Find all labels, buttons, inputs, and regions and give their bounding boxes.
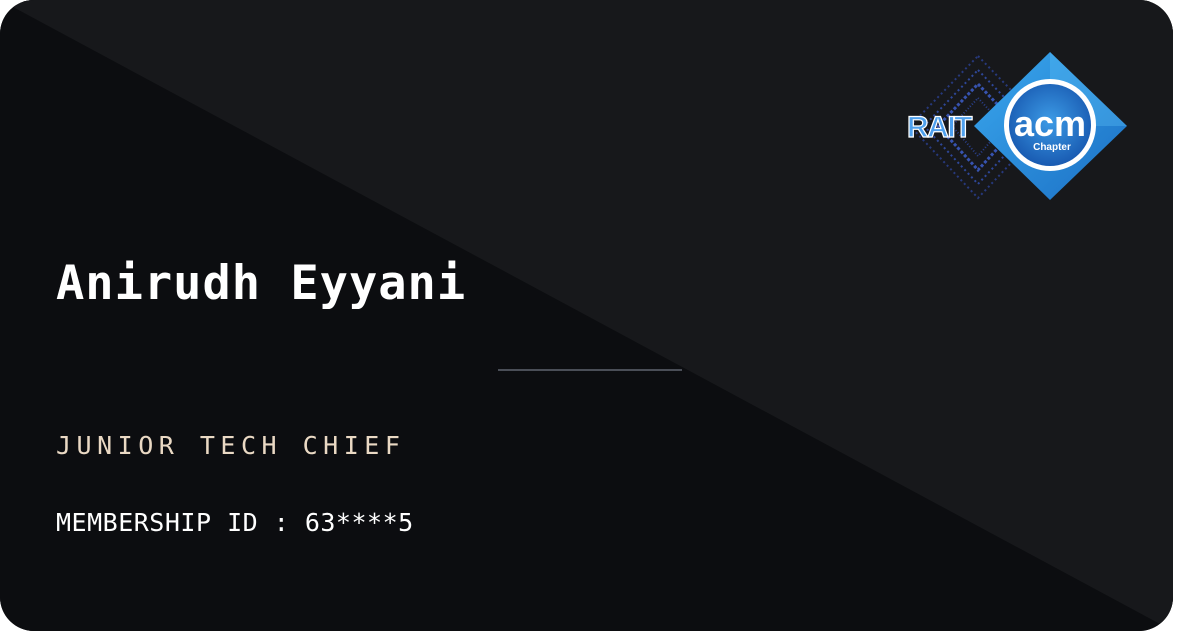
membership-id-separator: : [258,508,305,537]
membership-id-value: 63****5 [304,508,414,537]
membership-id-row: MEMBERSHIP ID : 63****5 [56,508,414,537]
member-name: Anirudh Eyyani [56,256,467,311]
logo-acm-text: acm [1014,103,1086,144]
member-role: JUNIOR TECH CHIEF [56,431,406,460]
rait-acm-chapter-logo-icon: acm Chapter RAIT [906,52,1127,200]
membership-id-label: MEMBERSHIP ID [56,508,259,537]
logo-chapter-text: Chapter [1033,142,1071,153]
divider [498,369,682,371]
membership-card: acm Chapter RAIT Anirudh Eyyani JUNIOR T… [0,0,1173,631]
logo-rait-text: RAIT [907,111,972,144]
